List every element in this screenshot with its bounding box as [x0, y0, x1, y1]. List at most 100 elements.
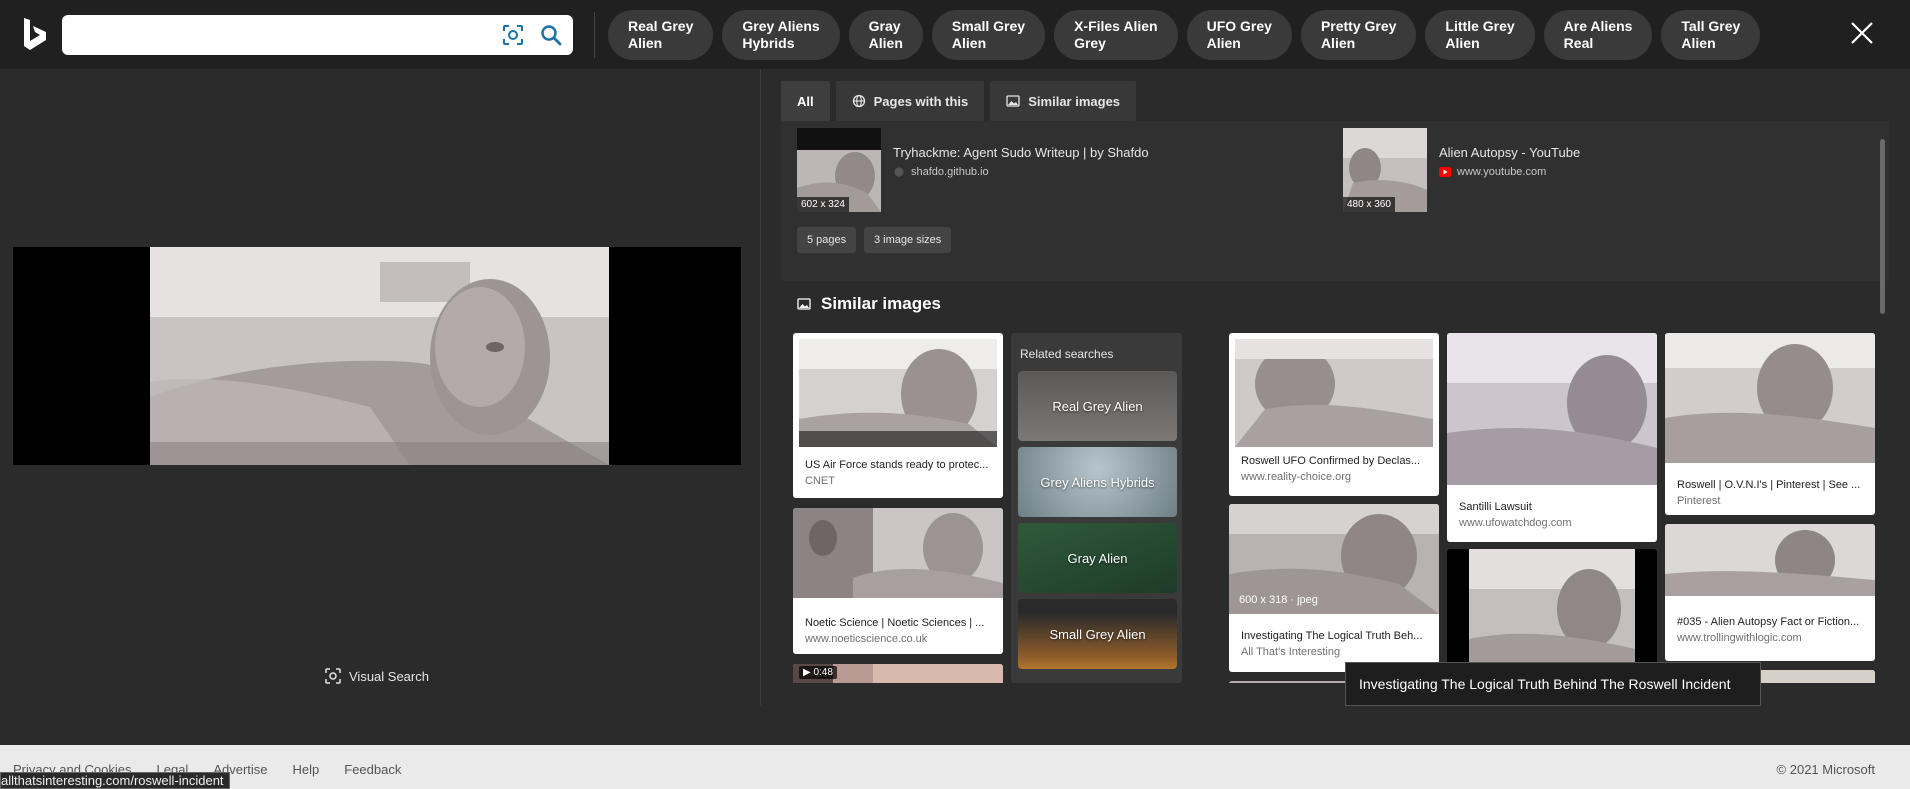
visual-search-button[interactable]: Visual Search: [325, 668, 429, 684]
similar-image-card[interactable]: Roswell UFO Confirmed by Declas... www.r…: [1229, 333, 1439, 496]
similar-image-card[interactable]: 600 x 318 · jpeg Investigating The Logic…: [1229, 504, 1439, 672]
chip-small-grey-alien[interactable]: Small Grey Alien: [931, 10, 1046, 60]
similar-image-source: www.noeticscience.co.uk: [805, 633, 928, 645]
page-source-url: shafdo.github.io: [911, 166, 989, 178]
page-info: Alien Autopsy - YouTube www.youtube.com: [1427, 128, 1592, 212]
similar-image-caption: Investigating The Logical Truth Beh...: [1241, 630, 1423, 642]
similar-image-card[interactable]: US Air Force stands ready to protec... C…: [793, 333, 1003, 498]
similar-image-caption: US Air Force stands ready to protec...: [805, 459, 989, 471]
similar-image-card[interactable]: Santilli Lawsuit www.ufowatchdog.com: [1447, 333, 1657, 542]
search-box: [62, 15, 573, 55]
page-title[interactable]: Tryhackme: Agent Sudo Writeup | by Shafd…: [893, 145, 1149, 160]
related-search-label: Gray Alien: [1067, 550, 1128, 566]
image-tooltip: Investigating The Logical Truth Behind T…: [1345, 662, 1761, 706]
bing-logo-icon[interactable]: [22, 17, 48, 51]
video-duration: ▶ 0:48: [799, 666, 837, 679]
similar-image-thumbnail: [799, 339, 997, 447]
header-bar: Real Grey Alien Grey Aliens Hybrids Gray…: [0, 0, 1910, 69]
chip-ufo-grey-alien[interactable]: UFO Grey Alien: [1186, 10, 1292, 60]
preview-image[interactable]: [150, 247, 609, 465]
related-search-small-grey-alien[interactable]: Small Grey Alien: [1018, 599, 1177, 669]
copyright-text: © 2021 Microsoft: [1776, 762, 1875, 777]
chip-pretty-grey-alien[interactable]: Pretty Grey Alien: [1300, 10, 1417, 60]
search-input[interactable]: [74, 23, 494, 47]
youtube-icon: [1439, 167, 1451, 177]
bing-visual-search-page: Real Grey Alien Grey Aliens Hybrids Gray…: [0, 0, 1910, 789]
image-icon: [797, 298, 811, 310]
tab-all[interactable]: All: [781, 81, 830, 121]
footer-link-help[interactable]: Help: [293, 762, 320, 777]
related-search-grey-aliens-hybrids[interactable]: Grey Aliens Hybrids: [1018, 447, 1177, 517]
related-searches-box: Related searches Real Grey Alien Grey Al…: [1011, 333, 1182, 683]
related-search-label: Grey Aliens Hybrids: [1040, 474, 1155, 490]
status-bar-url: allthatsinteresting.com/roswell-incident: [0, 772, 230, 789]
footer: Privacy and Cookies Legal Advertise Help…: [0, 745, 1910, 789]
similar-images-grid: US Air Force stands ready to protec... C…: [781, 331, 1877, 683]
page-thumbnail: 602 x 324: [797, 128, 881, 212]
similar-images-title: Similar images: [821, 294, 942, 313]
tab-similar-images[interactable]: Similar images: [990, 81, 1137, 121]
page-title[interactable]: Alien Autopsy - YouTube: [1439, 145, 1580, 160]
page-result[interactable]: 602 x 324 Tryhackme: Agent Sudo Writeup …: [797, 128, 1161, 212]
related-search-real-grey-alien[interactable]: Real Grey Alien: [1018, 371, 1177, 441]
similar-video-card[interactable]: ▶ 0:48: [793, 664, 1003, 683]
visual-search-label: Visual Search: [349, 668, 429, 684]
similar-image-source: CNET: [805, 475, 835, 487]
chip-are-aliens-real[interactable]: Are Aliens Real: [1543, 10, 1653, 60]
similar-image-card[interactable]: Roswell | O.V.N.I's | Pinterest | See ..…: [1665, 333, 1875, 515]
page-thumbnail: 480 x 360: [1343, 128, 1427, 212]
panel-divider: [760, 69, 761, 705]
similar-image-thumbnail: [1665, 524, 1875, 596]
similar-image-caption: Roswell | O.V.N.I's | Pinterest | See ..…: [1677, 479, 1861, 491]
tab-similar-label: Similar images: [1028, 93, 1121, 109]
similar-image-thumbnail: [1447, 333, 1657, 485]
footer-link-feedback[interactable]: Feedback: [344, 762, 401, 777]
tab-pages-label: Pages with this: [873, 93, 969, 109]
image-dimensions: 602 x 324: [797, 197, 849, 212]
image-info-badge: 600 x 318 · jpeg: [1239, 594, 1318, 606]
page-source: shafdo.github.io: [893, 166, 1149, 178]
preview-frame: [13, 247, 741, 465]
similar-image-caption: Roswell UFO Confirmed by Declas...: [1241, 455, 1421, 467]
related-search-gray-alien[interactable]: Gray Alien: [1018, 523, 1177, 593]
pages-count-button[interactable]: 5 pages: [797, 227, 857, 253]
related-searches-title: Related searches: [1020, 347, 1114, 361]
similar-images-heading: Similar images: [797, 294, 941, 314]
chip-little-grey-alien[interactable]: Little Grey Alien: [1425, 10, 1535, 60]
similar-image-thumbnail: [793, 508, 1003, 598]
details-panel: All Pages with this Similar images 602 x…: [781, 69, 1890, 705]
chip-gray-alien[interactable]: Gray Alien: [848, 10, 923, 60]
image-sizes-button[interactable]: 3 image sizes: [864, 227, 952, 253]
tab-all-label: All: [797, 93, 814, 109]
pages-with-this-section: 602 x 324 Tryhackme: Agent Sudo Writeup …: [781, 121, 1889, 281]
close-icon[interactable]: [1849, 20, 1875, 46]
chip-grey-aliens-hybrids[interactable]: Grey Aliens Hybrids: [722, 10, 840, 60]
similar-image-caption: Noetic Science | Noetic Sciences | ...: [805, 617, 985, 629]
similar-image-source: www.trollingwithlogic.com: [1677, 632, 1802, 644]
similar-image-source: Pinterest: [1677, 495, 1721, 507]
tab-pages-with-this[interactable]: Pages with this: [835, 81, 985, 121]
related-chips: Real Grey Alien Grey Aliens Hybrids Gray…: [608, 10, 1761, 60]
similar-image-card[interactable]: #035 - Alien Autopsy Fact or Fiction... …: [1665, 524, 1875, 661]
image-icon: [1006, 95, 1020, 107]
search-icon[interactable]: [539, 23, 563, 47]
chip-x-files-alien-grey[interactable]: X-Files Alien Grey: [1054, 10, 1178, 60]
visual-search-icon[interactable]: [502, 24, 524, 46]
similar-image-source: All That's Interesting: [1241, 646, 1341, 658]
visual-search-icon: [325, 668, 341, 684]
globe-icon: [852, 94, 865, 108]
github-icon: [894, 167, 904, 177]
chip-real-grey-alien[interactable]: Real Grey Alien: [608, 10, 714, 60]
image-dimensions: 480 x 360: [1343, 197, 1395, 212]
related-search-label: Real Grey Alien: [1052, 398, 1143, 414]
page-source: www.youtube.com: [1439, 166, 1580, 178]
page-source-url: www.youtube.com: [1457, 166, 1547, 178]
details-tabs: All Pages with this Similar images: [781, 81, 1137, 121]
similar-image-source: www.reality-choice.org: [1241, 471, 1352, 483]
similar-image-caption: Santilli Lawsuit: [1459, 501, 1532, 513]
chip-tall-grey-alien[interactable]: Tall Grey Alien: [1661, 10, 1761, 60]
similar-image-card[interactable]: Noetic Science | Noetic Sciences | ... w…: [793, 508, 1003, 654]
panel-scrollbar[interactable]: [1880, 139, 1885, 314]
page-result[interactable]: 480 x 360 Alien Autopsy - YouTube www.yo…: [1343, 128, 1592, 212]
similar-image-caption: #035 - Alien Autopsy Fact or Fiction...: [1677, 616, 1860, 628]
